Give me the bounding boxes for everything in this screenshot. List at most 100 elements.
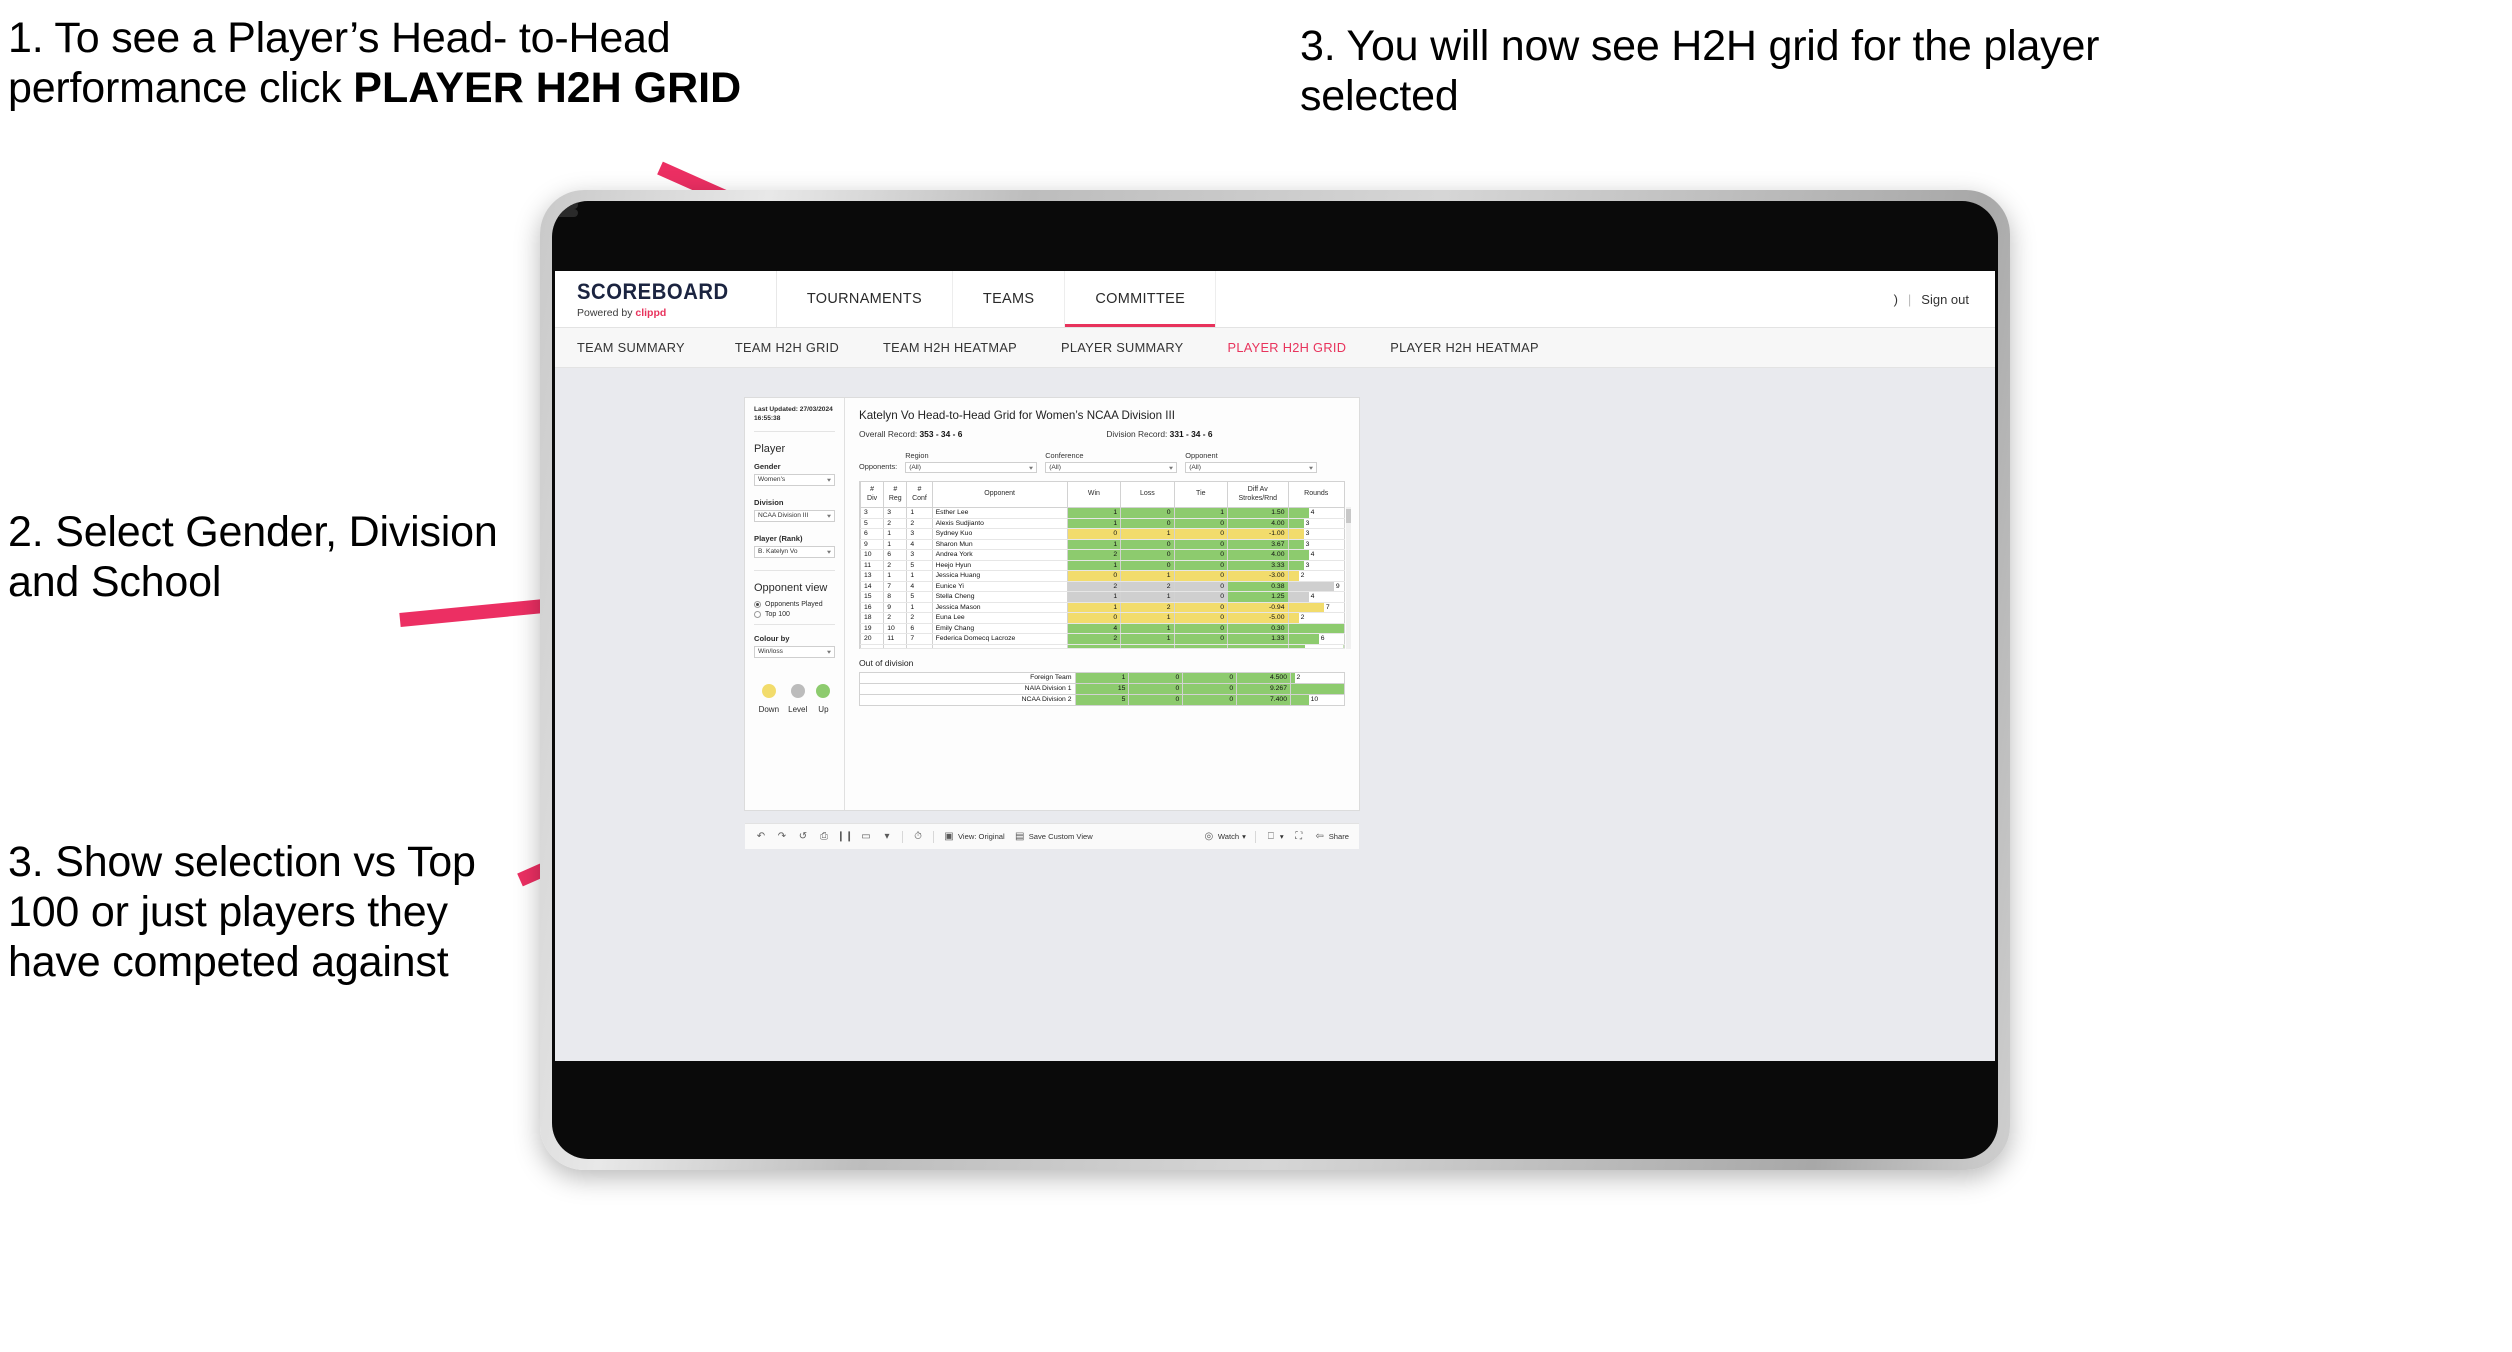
rounds-bar [1288, 623, 1344, 633]
cell-clipped [1287, 644, 1345, 649]
cell-rounds: 3 [1287, 560, 1345, 571]
cell-reg: 3 [883, 507, 908, 519]
clock-icon[interactable]: ⏱ [912, 831, 924, 843]
camera-icon [552, 201, 578, 209]
cell-opponent: Jessica Huang [931, 570, 1068, 582]
share-button[interactable]: ⇦ Share [1314, 831, 1349, 843]
cell-win: 1 [1066, 539, 1122, 550]
cell-ood-win: 5 [1074, 693, 1130, 706]
opponent-filter: Opponent (All) [1185, 451, 1318, 473]
table-row[interactable]: 13 1 1 Jessica Huang 0 1 0 -3.00 2 [859, 570, 1345, 582]
cell-tie: 0 [1173, 528, 1229, 540]
watch-icon: ◎ [1204, 831, 1214, 842]
ood-rounds-bar [1291, 684, 1344, 693]
conference-select[interactable]: (All) [1045, 462, 1178, 473]
rectangle-select-icon[interactable]: ▭ [860, 831, 872, 843]
cell-reg: 6 [883, 549, 908, 561]
table-row[interactable]: 6 1 3 Sydney Kuo 0 1 0 -1.00 3 [859, 528, 1345, 540]
table-row[interactable]: 10 6 3 Andrea York 2 0 0 4.00 4 [859, 549, 1345, 561]
overall-record-label: Overall Record: [859, 429, 918, 439]
rounds-bar [1288, 508, 1309, 518]
th-loss: Loss [1120, 481, 1175, 508]
out-of-division-body: Foreign Team 1 0 0 4.500 2 NAIA Division 1 15 0 0… [859, 671, 1345, 706]
cell-diff: 3.33 [1227, 560, 1289, 571]
table-row[interactable]: 16 9 1 Jessica Mason 1 2 0 -0.94 7 [859, 602, 1345, 613]
opponent-select[interactable]: (All) [1185, 462, 1318, 473]
undo-icon[interactable]: ↶ [755, 831, 767, 843]
subnav-item-player-h2h-heatmap[interactable]: PLAYER H2H HEATMAP [1368, 340, 1561, 355]
table-row[interactable]: 20 11 7 Federica Domecq Lacroze 2 1 0 1.33 6 [859, 633, 1345, 645]
sign-out-link[interactable]: Sign out [1921, 292, 1969, 307]
subnav-item-team-h2h-heatmap[interactable]: TEAM H2H HEATMAP [861, 340, 1039, 355]
table-row[interactable]: 11 2 5 Heejo Hyun 1 0 0 3.33 3 [859, 560, 1345, 571]
revert-icon[interactable]: ↺ [797, 831, 809, 843]
subnav-item-player-summary[interactable]: PLAYER SUMMARY [1039, 340, 1205, 355]
table-row[interactable]: 3 3 1 Esther Lee 1 0 1 1.50 4 [859, 507, 1345, 519]
out-of-division-title: Out of division [859, 657, 914, 668]
radio-top-100[interactable]: Top 100 [754, 610, 835, 618]
overall-record-value: 353 - 34 - 6 [919, 429, 963, 439]
cell-rounds: 9 [1287, 581, 1345, 592]
table-scrollbar-thumb[interactable] [1346, 509, 1351, 523]
cell-ood-name: Foreign Team [859, 671, 1076, 684]
topnav-item-tournaments[interactable]: TOURNAMENTS [777, 271, 953, 327]
radio-opponents-played[interactable]: Opponents Played [754, 600, 835, 608]
opponent-value: (All) [1189, 464, 1201, 471]
redo-icon[interactable]: ↷ [776, 831, 788, 843]
out-of-division-row[interactable]: NAIA Division 115009.26730 [859, 682, 1345, 695]
chevron-down-icon[interactable]: ▾ [881, 831, 893, 843]
table-row[interactable]: 18 2 2 Euna Lee 0 1 0 -5.00 2 [859, 612, 1345, 624]
save-custom-view-button[interactable]: ▤ Save Custom View [1014, 831, 1093, 843]
subnav-item-player-h2h-grid[interactable]: PLAYER H2H GRID [1206, 340, 1369, 355]
table-row[interactable]: 15 8 5 Stella Cheng 1 1 0 1.25 4 [859, 591, 1345, 603]
h2h-table-body: 3 3 1 Esther Lee 1 0 1 1.50 4 5 2 2 Alexis Sudjianto… [859, 507, 1345, 649]
brand-subtitle: Powered by clippd [577, 307, 742, 319]
brand-logo[interactable]: SCOREBOARD Powered by clippd [577, 271, 777, 327]
out-of-division-row[interactable]: Foreign Team 1 0 0 4.500 2 [859, 671, 1345, 684]
legend-item-up: Up [816, 683, 831, 714]
watch-button[interactable]: ◎ Watch ▾ [1203, 831, 1245, 843]
download-button[interactable]: ⎕ ▾ [1265, 831, 1284, 843]
view-original-label: View: Original [958, 832, 1005, 841]
table-scrollbar-track[interactable] [1346, 507, 1351, 649]
division-select[interactable]: NCAA Division III [754, 509, 835, 522]
subnav-item-team-h2h-grid[interactable]: TEAM H2H GRID [713, 340, 861, 355]
table-row[interactable]: 9 1 4 Sharon Mun 1 0 0 3.67 3 [859, 539, 1345, 550]
h2h-table-head: # Div # Reg # Conf Opponent Win Loss Tie Di… [859, 481, 1345, 508]
cell-opponent: Eunice Yi [931, 581, 1068, 592]
pause-icon[interactable]: ❙❙ [837, 831, 854, 843]
table-row[interactable]: 5 2 2 Alexis Sudjianto 1 0 0 4.00 3 [859, 518, 1345, 529]
cell-opponent: Sydney Kuo [931, 528, 1068, 540]
topnav-item-committee[interactable]: COMMITTEE [1065, 271, 1217, 327]
gender-select[interactable]: Women's [754, 473, 835, 486]
cell-loss: 0 [1120, 560, 1175, 571]
ood-rounds-bar [1291, 695, 1309, 704]
subnav-item-team-summary[interactable]: TEAM SUMMARY [577, 340, 713, 355]
out-of-division-row[interactable]: NCAA Division 2 5 0 0 7.400 10 [859, 693, 1345, 706]
cell-ood-rounds: 10 [1290, 693, 1345, 706]
cell-reg: 2 [883, 560, 908, 571]
th-diff: Diff Av Strokes/Rnd [1227, 481, 1289, 508]
radio-icon [754, 600, 761, 608]
table-row[interactable]: 14 7 4 Eunice Yi 2 2 0 0.38 9 [859, 581, 1345, 592]
th-opponent: Opponent [931, 481, 1068, 508]
table-row[interactable]: 19106Emily Chang4100.3011 [859, 623, 1345, 634]
fullscreen-icon[interactable]: ⛶ [1293, 831, 1305, 843]
colour-by-select[interactable]: Win/loss [754, 645, 835, 658]
topbar-separator: | [1907, 291, 1912, 307]
player-rank-select[interactable]: B. Katelyn Vo [754, 545, 835, 558]
cell-win: 0 [1066, 612, 1122, 624]
cell-win: 2 [1066, 581, 1122, 592]
rounds-value: 3 [1305, 540, 1310, 548]
refresh-icon[interactable]: ⎙ [818, 831, 830, 843]
cell-clipped [1066, 644, 1122, 649]
topnav-item-teams[interactable]: TEAMS [953, 271, 1066, 327]
rounds-value: 4 [1310, 551, 1315, 559]
cell-reg: 8 [883, 591, 908, 603]
colour-legend: Down Level Up [754, 683, 835, 714]
cell-win: 1 [1066, 518, 1122, 529]
cell-win: 4 [1066, 623, 1122, 634]
region-select[interactable]: (All) [905, 462, 1038, 473]
view-original-button[interactable]: ▣ View: Original [943, 831, 1005, 843]
cell-opponent: Jessica Mason [931, 602, 1068, 613]
